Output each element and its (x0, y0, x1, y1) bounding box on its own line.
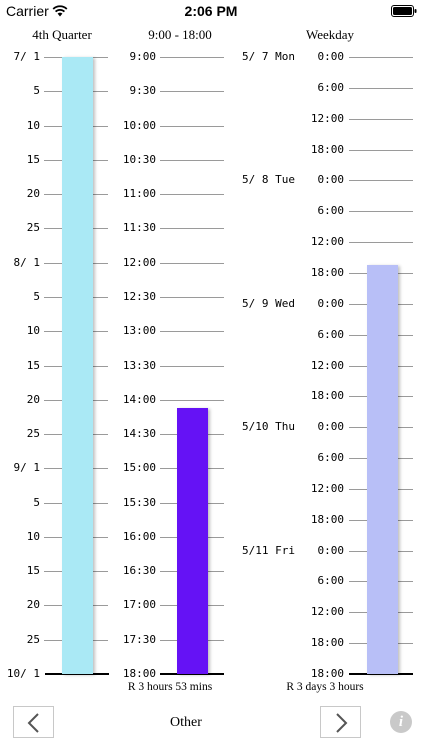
weekday-tick-line (349, 118, 413, 120)
weekday-tick-label: 6:00 (317, 80, 345, 94)
weekday-tick-label: 6:00 (317, 327, 345, 341)
weekday-tick-line (349, 180, 413, 182)
weekday-column-title: Weekday (305, 27, 355, 42)
toolbar-title: Other (170, 715, 202, 730)
weekday-day-label: 5/11 Fri (242, 543, 295, 557)
workhours-tick-line (160, 194, 224, 196)
quarter-tick-label: 25 (26, 221, 40, 235)
weekday-tick-label: 12:00 (310, 111, 344, 125)
weekday-tick-line (349, 211, 413, 213)
quarter-tick-label: 5 (33, 495, 40, 509)
weekday-day-label: 5/ 9 Wed (242, 296, 295, 310)
workhours-tick-label: 10:00 (122, 118, 156, 132)
quarter-tick-label: 5 (33, 289, 40, 303)
quarter-tick-label: 20 (26, 187, 40, 201)
quarter-tick-label: 15 (26, 152, 40, 166)
workhours-tick-label: 15:00 (122, 461, 156, 475)
quarter-tick-label: 10 (26, 324, 40, 338)
workhours-tick-label: 17:30 (122, 632, 156, 646)
weekday-progress-bar (367, 265, 398, 674)
weekday-tick-label: 18:00 (310, 265, 344, 279)
weekday-day-label: 5/10 Thu (242, 420, 295, 434)
workhours-tick-line (160, 159, 224, 161)
weekday-tick-label: 18:00 (310, 142, 344, 156)
weekday-tick-label: 12:00 (310, 358, 344, 372)
weekday-tick-label: 12:00 (310, 481, 344, 495)
workhours-tick-label: 15:30 (122, 495, 156, 509)
weekday-day-label: 5/ 8 Tue (242, 173, 295, 187)
weekday-tick-label: 18:00 (310, 512, 344, 526)
quarter-tick-label: 7/ 1 (13, 50, 41, 63)
quarter-tick-label: 15 (26, 358, 40, 372)
workhours-progress-bar (177, 407, 208, 674)
weekday-tick-line (349, 242, 413, 244)
workhours-tick-line (160, 262, 224, 264)
workhours-remaining-label: R 3 hours 53 mins (127, 681, 213, 693)
chevron-right-icon (336, 713, 348, 733)
workhours-tick-label: 18:00 (122, 667, 156, 680)
workhours-tick-label: 13:00 (122, 324, 156, 338)
workhours-tick-label: 11:30 (122, 221, 156, 235)
workhours-tick-line (160, 296, 224, 298)
quarter-tick-label: 25 (26, 632, 40, 646)
quarter-tick-label: 10 (26, 529, 40, 543)
weekday-tick-line (349, 57, 413, 58)
workhours-tick-label: 9:30 (129, 84, 157, 98)
workhours-tick-line (160, 57, 224, 58)
battery-icon (391, 5, 417, 17)
workhours-tick-label: 13:30 (122, 358, 156, 372)
workhours-tick-label: 10:30 (122, 152, 156, 166)
info-icon[interactable]: i (390, 711, 412, 733)
workhours-column-title: 9:00 - 18:00 (148, 27, 212, 42)
quarter-tick-label: 15 (26, 564, 40, 578)
weekday-tick-label: 6:00 (317, 451, 345, 465)
weekday-tick-line (349, 149, 413, 151)
weekday-remaining-label: R 3 days 3 hours (286, 681, 364, 693)
weekday-day-label: 5/ 7 Mon (242, 50, 295, 63)
quarter-tick-label: 10/ 1 (6, 667, 40, 680)
weekday-tick-label: 6:00 (317, 204, 345, 218)
workhours-tick-label: 12:30 (122, 289, 156, 303)
quarter-tick-label: 8/ 1 (13, 255, 41, 269)
workhours-tick-line (160, 125, 224, 127)
workhours-tick-label: 14:00 (122, 392, 156, 406)
quarter-column-title: 4th Quarter (32, 27, 92, 42)
next-button[interactable] (320, 706, 361, 738)
weekday-tick-label: 18:00 (310, 389, 344, 403)
workhours-tick-label: 9:00 (129, 50, 157, 63)
quarter-tick-label: 20 (26, 598, 40, 612)
quarter-tick-label: 20 (26, 392, 40, 406)
quarter-tick-label: 10 (26, 118, 40, 132)
weekday-tick-line (349, 87, 413, 89)
workhours-tick-label: 11:00 (122, 187, 156, 201)
workhours-tick-label: 14:30 (122, 427, 156, 441)
quarter-tick-label: 9/ 1 (13, 461, 41, 475)
weekday-tick-label: 12:00 (310, 235, 344, 249)
workhours-tick-label: 12:00 (122, 255, 156, 269)
workhours-tick-label: 16:30 (122, 564, 156, 578)
workhours-tick-label: 16:00 (122, 529, 156, 543)
status-bar: Carrier 2:06 PM (0, 0, 422, 22)
quarter-progress-bar (62, 57, 93, 674)
weekday-tick-label: 18:00 (310, 667, 344, 680)
status-time: 2:06 PM (184, 3, 238, 19)
chevron-left-icon (27, 713, 39, 733)
quarter-tick-label: 25 (26, 427, 40, 441)
workhours-tick-line (160, 365, 224, 367)
weekday-tick-label: 18:00 (310, 636, 344, 650)
quarter-tick-label: 5 (33, 84, 40, 98)
workhours-tick-line (160, 228, 224, 230)
weekday-tick-label: 6:00 (317, 574, 345, 588)
workhours-tick-line (160, 399, 224, 401)
previous-button[interactable] (13, 706, 54, 738)
weekday-tick-label: 12:00 (310, 605, 344, 619)
workhours-tick-line (160, 331, 224, 333)
workhours-tick-label: 17:00 (122, 598, 156, 612)
workhours-tick-line (160, 91, 224, 93)
